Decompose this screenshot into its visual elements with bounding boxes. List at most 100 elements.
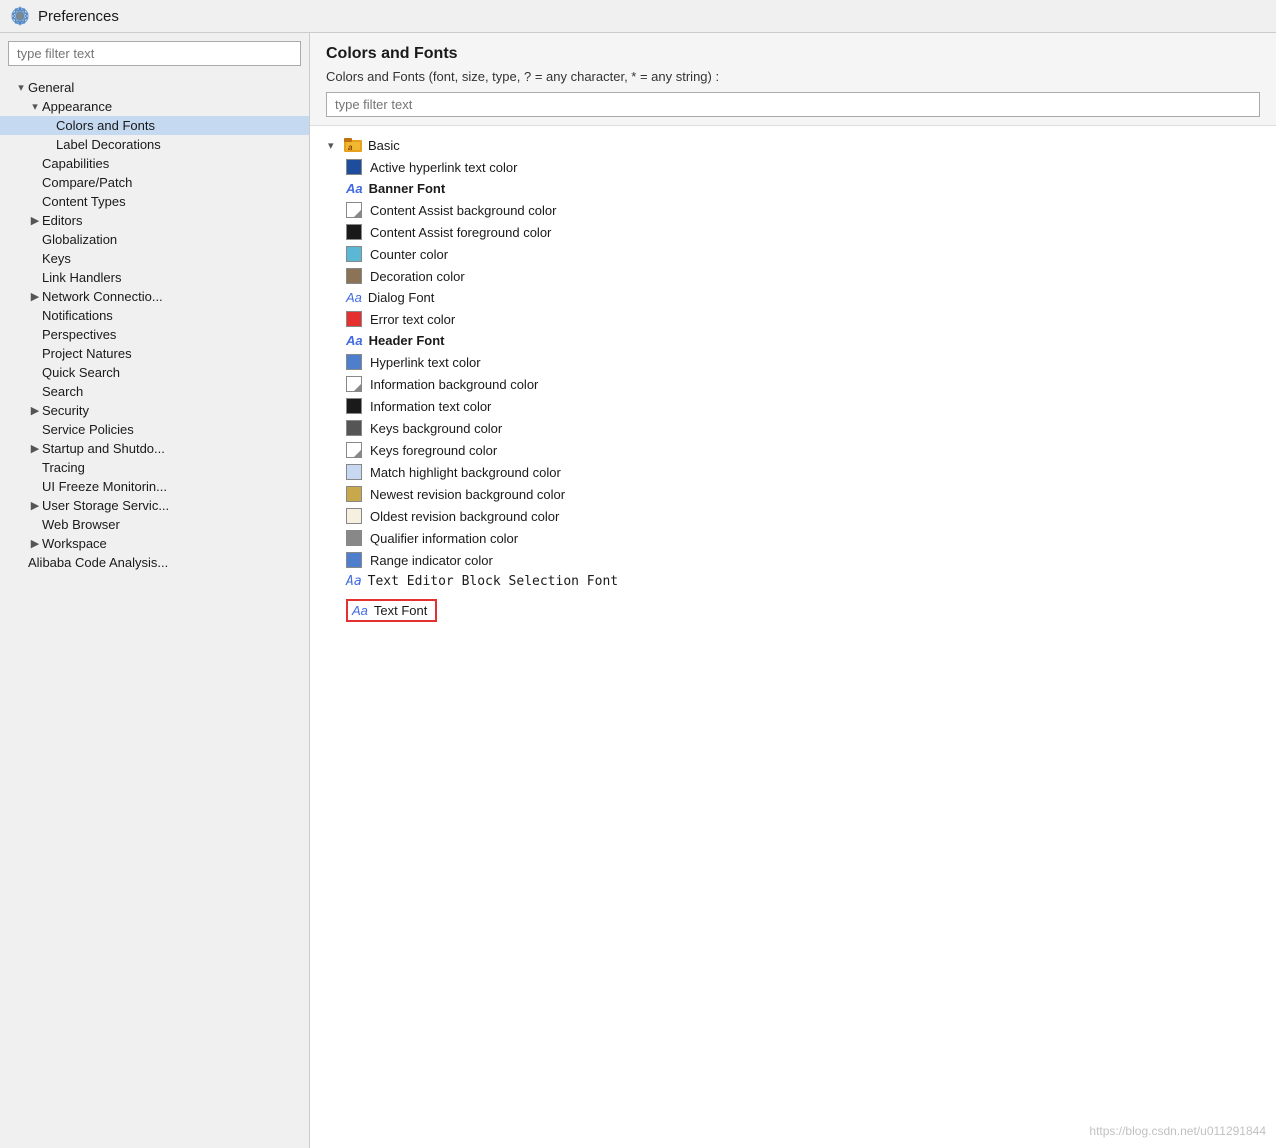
color-item-match-highlight-bg[interactable]: Match highlight background color [326,461,1260,483]
right-panel: Colors and Fonts Colors and Fonts (font,… [310,33,1276,1148]
basic-section-label: Basic [368,138,400,153]
color-item-header-font[interactable]: Aa Header Font [326,330,1260,351]
left-search-input[interactable] [8,41,301,66]
sidebar-item-web-browser[interactable]: Web Browser [0,515,309,534]
sidebar-item-keys[interactable]: Keys [0,249,309,268]
sidebar-item-compare-patch[interactable]: Compare/Patch [0,173,309,192]
color-item-label: Information background color [370,377,538,392]
sidebar-item-label: Notifications [42,308,113,323]
color-item-label: Active hyperlink text color [370,160,517,175]
color-item-text-editor-block-font[interactable]: Aa Text Editor Block Selection Font [326,571,1260,592]
sidebar-item-link-handlers[interactable]: Link Handlers [0,268,309,287]
font-indicator-banner: Aa [346,181,363,196]
color-item-label: Hyperlink text color [370,355,481,370]
sidebar-item-label: Compare/Patch [42,175,132,190]
sidebar-item-workspace[interactable]: ▶ Workspace [0,534,309,553]
font-indicator-text-editor-block: Aa [346,574,362,589]
font-indicator-header: Aa [346,333,363,348]
color-swatch-keys-fg [346,442,362,458]
sidebar-item-label: Network Connectio... [42,289,163,304]
chevron-down-icon: ▾ [14,81,28,94]
sidebar-item-label: Capabilities [42,156,109,171]
color-item-keys-bg[interactable]: Keys background color [326,417,1260,439]
color-item-info-text[interactable]: Information text color [326,395,1260,417]
main-layout: ▾ General ▾ Appearance Colors and Fonts … [0,33,1276,1148]
sidebar-item-label: Project Natures [42,346,132,361]
color-item-dialog-font[interactable]: Aa Dialog Font [326,287,1260,308]
color-item-qualifier-info[interactable]: Qualifier information color [326,527,1260,549]
color-item-content-assist-bg[interactable]: Content Assist background color [326,199,1260,221]
sidebar-item-label: Startup and Shutdo... [42,441,165,456]
color-item-info-bg[interactable]: Information background color [326,373,1260,395]
chevron-down-icon: ▾ [328,139,342,152]
sidebar-item-label: Link Handlers [42,270,122,285]
sidebar-item-network-connections[interactable]: ▶ Network Connectio... [0,287,309,306]
color-swatch-content-assist-bg [346,202,362,218]
color-item-oldest-revision-bg[interactable]: Oldest revision background color [326,505,1260,527]
sidebar-item-label: Service Policies [42,422,134,437]
sidebar-item-label: Alibaba Code Analysis... [28,555,168,570]
sidebar-item-quick-search[interactable]: Quick Search [0,363,309,382]
panel-title: Colors and Fonts [326,45,1260,63]
chevron-down-icon: ▾ [28,100,42,113]
color-swatch-info-bg [346,376,362,392]
sidebar-item-tracing[interactable]: Tracing [0,458,309,477]
sidebar-item-capabilities[interactable]: Capabilities [0,154,309,173]
svg-text:a: a [348,143,353,152]
preferences-window: Preferences ▾ General ▾ Appearance [0,0,1276,1148]
sidebar-item-ui-freeze[interactable]: UI Freeze Monitorin... [0,477,309,496]
color-item-range-indicator[interactable]: Range indicator color [326,549,1260,571]
sidebar-item-project-natures[interactable]: Project Natures [0,344,309,363]
color-item-label: Error text color [370,312,455,327]
color-swatch-error-text [346,311,362,327]
color-item-banner-font[interactable]: Aa Banner Font [326,178,1260,199]
color-item-label: Header Font [369,333,445,348]
color-item-label: Decoration color [370,269,465,284]
sidebar-item-label-decorations[interactable]: Label Decorations [0,135,309,154]
sidebar-item-user-storage[interactable]: ▶ User Storage Servic... [0,496,309,515]
color-swatch-keys-bg [346,420,362,436]
chevron-right-icon: ▶ [28,214,42,227]
sidebar-item-startup-shutdown[interactable]: ▶ Startup and Shutdo... [0,439,309,458]
color-swatch-hyperlink-text [346,354,362,370]
sidebar-item-appearance[interactable]: ▾ Appearance [0,97,309,116]
sidebar-item-alibaba[interactable]: Alibaba Code Analysis... [0,553,309,572]
color-item-decoration[interactable]: Decoration color [326,265,1260,287]
sidebar-item-perspectives[interactable]: Perspectives [0,325,309,344]
sidebar-item-label: Label Decorations [56,137,161,152]
sidebar-item-service-policies[interactable]: Service Policies [0,420,309,439]
color-item-hyperlink-text[interactable]: Hyperlink text color [326,351,1260,373]
sidebar-item-content-types[interactable]: Content Types [0,192,309,211]
sidebar-item-label: Quick Search [42,365,120,380]
sidebar-item-search[interactable]: Search [0,382,309,401]
sidebar-item-security[interactable]: ▶ Security [0,401,309,420]
color-item-counter[interactable]: Counter color [326,243,1260,265]
color-item-label: Content Assist background color [370,203,556,218]
sidebar-item-label: General [28,80,74,95]
sidebar-item-label: Content Types [42,194,126,209]
color-item-content-assist-fg[interactable]: Content Assist foreground color [326,221,1260,243]
sidebar-item-notifications[interactable]: Notifications [0,306,309,325]
left-panel: ▾ General ▾ Appearance Colors and Fonts … [0,33,310,1148]
sidebar-item-editors[interactable]: ▶ Editors [0,211,309,230]
sidebar-item-globalization[interactable]: Globalization [0,230,309,249]
title-bar: Preferences [0,0,1276,33]
color-item-keys-fg[interactable]: Keys foreground color [326,439,1260,461]
color-item-label: Text Font [374,603,427,618]
color-item-active-hyperlink[interactable]: Active hyperlink text color [326,156,1260,178]
color-item-error-text[interactable]: Error text color [326,308,1260,330]
basic-section-header[interactable]: ▾ a Basic [326,134,1260,156]
sidebar-item-general[interactable]: ▾ General [0,78,309,97]
sidebar-item-colors-and-fonts[interactable]: Colors and Fonts [0,116,309,135]
color-item-label: Range indicator color [370,553,493,568]
color-item-text-font[interactable]: Aa Text Font [326,596,1260,625]
chevron-right-icon: ▶ [28,442,42,455]
panel-search-input[interactable] [326,92,1260,117]
sidebar-item-label: User Storage Servic... [42,498,169,513]
color-item-label: Text Editor Block Selection Font [368,574,618,589]
color-item-label: Counter color [370,247,448,262]
color-item-newest-revision-bg[interactable]: Newest revision background color [326,483,1260,505]
color-swatch-newest-revision [346,486,362,502]
color-item-label: Oldest revision background color [370,509,559,524]
color-item-label: Match highlight background color [370,465,561,480]
